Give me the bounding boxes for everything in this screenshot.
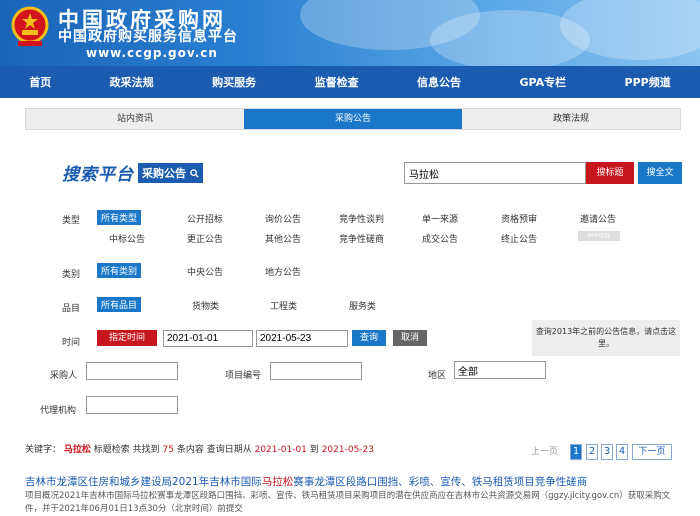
tab-site-news[interactable]: 站内资讯 — [26, 109, 244, 129]
cancel-button[interactable]: 取消 — [393, 330, 427, 346]
region-label: 地区 — [428, 371, 447, 381]
type-option-consultation[interactable]: 竞争性磋商 — [339, 232, 384, 245]
result-description: 项目概况2021年吉林市国际马拉松赛事龙潭区段路口围挡、彩喷、宣传、铁马租赁项目… — [25, 491, 671, 514]
region-select[interactable]: 全部 — [454, 361, 546, 379]
category-option-local[interactable]: 地方公告 — [265, 265, 301, 278]
page-2[interactable]: 2 — [586, 444, 598, 460]
item-label: 品目 — [62, 304, 81, 314]
result-title-highlight: 马拉松 — [261, 476, 294, 488]
nav-ppp[interactable]: PPP频道 — [625, 74, 671, 90]
type-option-all[interactable]: 所有类型 — [97, 210, 142, 225]
summary-from: 2021-01-01 — [254, 445, 307, 455]
keyword-input[interactable] — [404, 162, 586, 184]
type-option-other[interactable]: 其他公告 — [265, 232, 301, 245]
page-4[interactable]: 4 — [616, 444, 628, 460]
national-emblem-icon — [11, 6, 49, 46]
item-option-services[interactable]: 服务类 — [349, 299, 376, 312]
summary-keyword: 马拉松 — [63, 445, 91, 455]
date-from-input[interactable] — [163, 330, 253, 347]
type-option-ppp[interactable]: PPP项目 — [578, 231, 620, 241]
search-logo-pill-label: 采购公告 — [142, 166, 186, 180]
site-url: www.ccgp.gov.cn — [86, 46, 218, 60]
search-logo-text: 搜索平台 — [62, 165, 134, 185]
type-option-invitation[interactable]: 邀请公告 — [580, 212, 616, 225]
nav-gpa[interactable]: GPA专栏 — [519, 74, 566, 90]
search-logo: 搜索平台 采购公告 — [62, 160, 203, 185]
summary-count: 75 — [162, 445, 174, 455]
summary-count-suffix: 条内容 查询日期从 — [176, 445, 252, 455]
summary-to-word: 到 — [309, 445, 319, 455]
page-3[interactable]: 3 — [601, 444, 613, 460]
type-option-correction[interactable]: 更正公告 — [187, 232, 223, 245]
result-title-post: 赛事龙潭区段路口围挡、彩喷、宣传、铁马租赁项目竞争性磋商 — [293, 476, 588, 488]
type-option-termination[interactable]: 终止公告 — [501, 232, 537, 245]
page-1[interactable]: 1 — [570, 444, 582, 460]
category-option-central[interactable]: 中央公告 — [187, 265, 223, 278]
result-title-pre: 吉林市龙潭区住房和城乡建设局2021年吉林市国际 — [25, 476, 262, 488]
summary-to: 2021-05-23 — [321, 445, 374, 455]
type-option-single-source[interactable]: 单一来源 — [422, 212, 458, 225]
next-page-button[interactable]: 下一页 — [632, 444, 672, 460]
type-option-prequalification[interactable]: 资格预审 — [501, 212, 537, 225]
nav-regulations[interactable]: 政采法规 — [110, 74, 154, 90]
nav-supervision[interactable]: 监督检查 — [315, 74, 359, 90]
type-option-negotiation[interactable]: 竞争性谈判 — [339, 212, 384, 225]
summary-prefix: 关键字： — [25, 445, 62, 455]
category-option-all[interactable]: 所有类别 — [97, 263, 142, 278]
date-to-input[interactable] — [256, 330, 348, 347]
type-option-award[interactable]: 中标公告 — [109, 232, 145, 245]
prev-page-button[interactable]: 上一页 — [531, 444, 558, 457]
result-title-link[interactable]: 吉林市龙潭区住房和城乡建设局2021年吉林市国际马拉松赛事龙潭区段路口围挡、彩喷… — [25, 474, 587, 489]
project-no-label: 项目编号 — [225, 371, 262, 381]
category-label: 类别 — [62, 270, 81, 280]
item-option-all[interactable]: 所有品目 — [97, 297, 142, 312]
nav-announcements[interactable]: 信息公告 — [417, 74, 461, 90]
old-query-link[interactable]: 查询2013年之前的公告信息，请点击这里。 — [532, 320, 680, 356]
sub-nav: 站内资讯 采购公告 政策法规 — [25, 108, 681, 130]
purchaser-label: 采购人 — [50, 371, 78, 381]
tab-procurement-notices[interactable]: 采购公告 — [244, 109, 462, 129]
tab-policies[interactable]: 政策法规 — [462, 109, 680, 129]
item-option-engineering[interactable]: 工程类 — [270, 299, 297, 312]
type-option-open-tender[interactable]: 公开招标 — [187, 212, 223, 225]
nav-purchase-service[interactable]: 购买服务 — [212, 74, 256, 90]
time-label: 时间 — [62, 338, 81, 348]
agency-input[interactable] — [86, 396, 178, 414]
site-banner: 中国政府采购网 中国政府购买服务信息平台 www.ccgp.gov.cn — [0, 0, 700, 66]
search-fulltext-button[interactable]: 搜全文 — [638, 162, 682, 184]
summary-mode: 标题检索 共找到 — [93, 445, 160, 455]
specify-time-button[interactable]: 指定时间 — [97, 330, 157, 346]
nav-home[interactable]: 首页 — [29, 74, 51, 90]
type-option-deal[interactable]: 成交公告 — [422, 232, 458, 245]
agency-label: 代理机构 — [40, 406, 77, 416]
purchaser-input[interactable] — [86, 362, 178, 380]
item-option-goods[interactable]: 货物类 — [192, 299, 219, 312]
search-logo-pill: 采购公告 — [138, 162, 203, 183]
type-option-inquiry[interactable]: 询价公告 — [265, 212, 301, 225]
search-icon — [190, 169, 199, 178]
search-summary: 关键字： 马拉松 标题检索 共找到 75 条内容 查询日期从 2021-01-0… — [25, 442, 374, 455]
query-button[interactable]: 查询 — [352, 330, 386, 346]
project-no-input[interactable] — [270, 362, 362, 380]
type-label: 类型 — [62, 216, 81, 226]
search-title-button[interactable]: 搜标题 — [586, 162, 634, 184]
site-subtitle: 中国政府购买服务信息平台 — [58, 29, 238, 45]
main-nav: 首页 政采法规 购买服务 监督检查 信息公告 GPA专栏 PPP频道 — [0, 66, 700, 98]
